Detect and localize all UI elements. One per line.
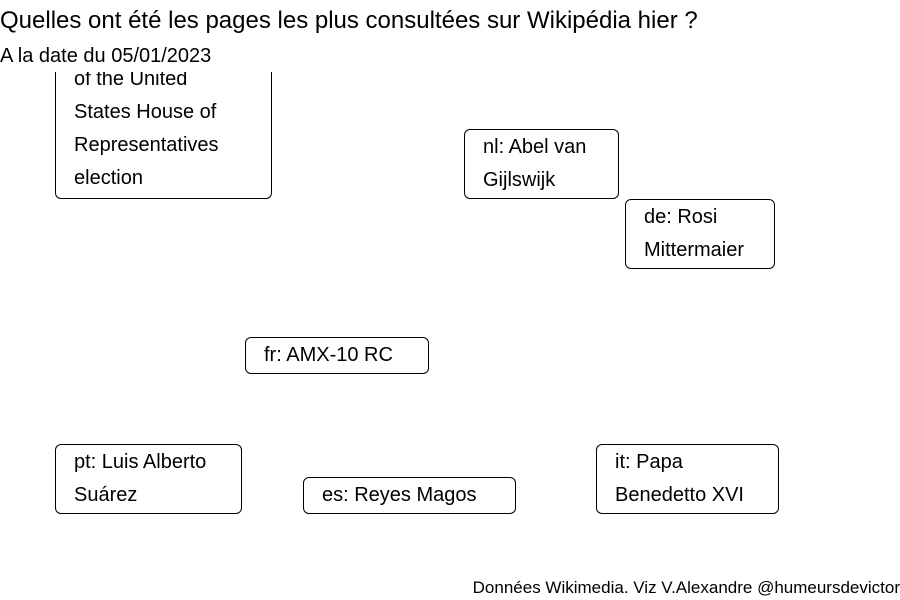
page-label-de: de: Rosi Mittermaier	[625, 199, 775, 269]
plot-area: of the United States House of Representati…	[0, 72, 900, 562]
page-label-pt: pt: Luis Alberto Suárez	[55, 444, 242, 514]
page-label-line: election	[74, 167, 143, 189]
chart-subtitle: A la date du 05/01/2023	[0, 43, 214, 69]
page-label-line: es: Reyes Magos	[322, 484, 477, 506]
page-label-es: es: Reyes Magos	[303, 477, 516, 514]
chart-title: Quelles ont été les pages les plus consu…	[0, 7, 698, 34]
page-label-line: Suárez	[74, 484, 138, 506]
page-label-line: Benedetto XVI	[615, 484, 744, 506]
page-label-line: of the United	[74, 72, 188, 90]
page-label-line: nl: Abel van	[483, 136, 587, 158]
page-label-fr: fr: AMX-10 RC	[245, 337, 429, 374]
page-label-it: it: Papa Benedetto XVI	[596, 444, 779, 514]
page-label-line: pt: Luis Alberto	[74, 451, 207, 473]
page-label-nl: nl: Abel van Gijlswijk	[464, 129, 619, 199]
page-label-line: States House of	[74, 101, 217, 123]
page-label-line: Mittermaier	[644, 239, 745, 261]
page-label-line: fr: AMX-10 RC	[264, 344, 393, 366]
chart-caption: Données Wikimedia. Viz V.Alexandre @hume…	[472, 578, 900, 597]
page-label-en: of the United States House of Representati…	[55, 72, 272, 199]
page-label-line: Representatives	[74, 134, 219, 156]
page-label-line: Gijlswijk	[483, 169, 556, 191]
page-label-line: it: Papa	[615, 451, 683, 473]
page-label-line: de: Rosi	[644, 206, 718, 228]
